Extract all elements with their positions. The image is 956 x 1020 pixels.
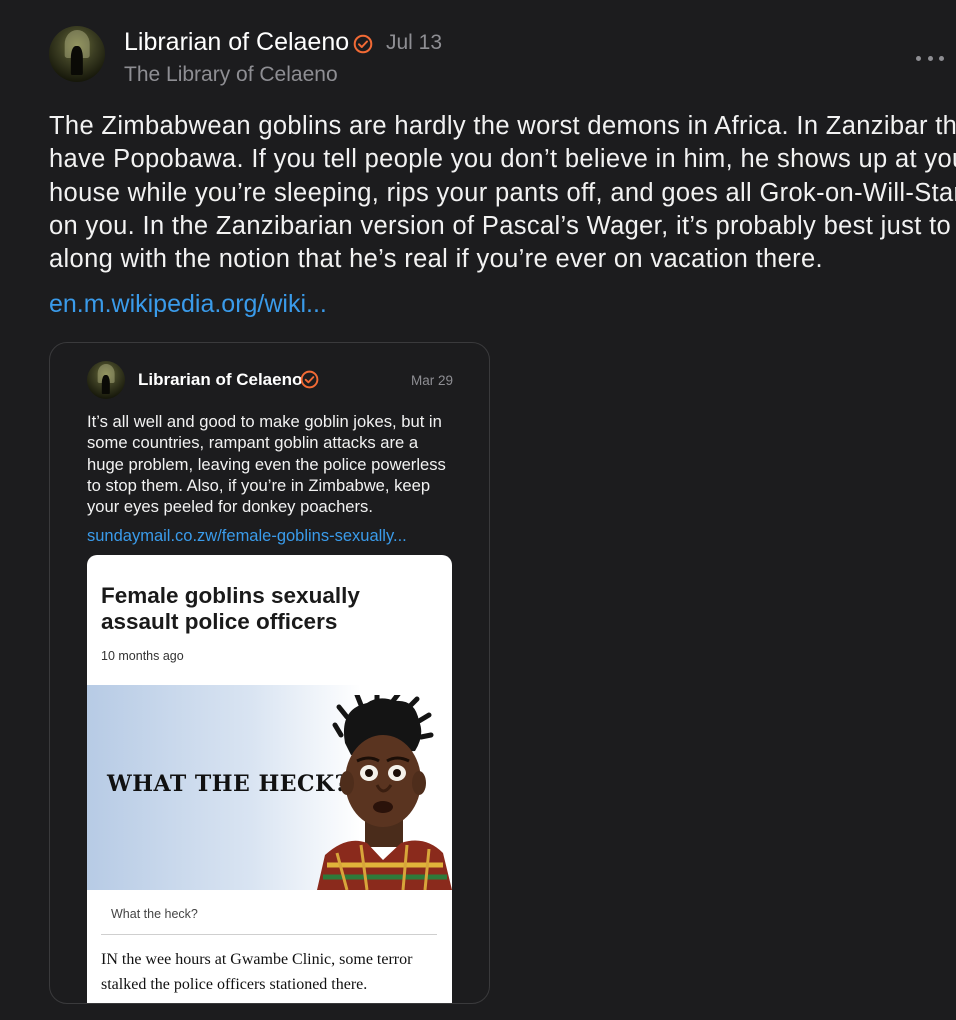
post-date[interactable]: Jul 13 [386,31,442,55]
article-lead: IN the wee hours at Gwambe Clinic, some … [101,947,441,997]
shocked-man-illustration [317,695,452,890]
article-image-caption: What the heck? [111,907,198,921]
publication-name[interactable]: The Library of Celaeno [124,63,338,87]
quoted-body-line: your eyes peeled for donkey poachers. [87,497,373,517]
article-image-text: WHAT THE HECK? [107,771,349,797]
post-body: The Zimbabwean goblins are hardly the wo… [49,110,956,276]
author-name[interactable]: Librarian of Celaeno [124,28,349,57]
quoted-post-card[interactable]: Librarian of Celaeno Mar 29 It’s all wel… [49,342,490,1004]
avatar-figure [101,374,111,395]
article-lead-line: stalked the police officers stationed th… [101,976,368,993]
post-body-line: have Popobawa. If you tell people you do… [49,145,956,174]
post-body-line: house while you’re sleeping, rips your p… [49,178,956,207]
post-body-line: on you. In the Zanzibarian version of Pa… [49,211,956,240]
quoted-author-avatar[interactable] [87,361,125,399]
post-link[interactable]: en.m.wikipedia.org/wiki... [49,290,327,319]
avatar-figure [70,46,84,76]
post-body-line: The Zimbabwean goblins are hardly the wo… [49,112,956,140]
dot [939,55,944,61]
dot [916,55,921,61]
more-options-icon[interactable] [916,46,944,70]
article-title: Female goblins sexually assault police o… [101,583,360,634]
quoted-post-body: It’s all well and good to make goblin jo… [87,411,457,517]
quoted-post-link[interactable]: sundaymail.co.zw/female-goblins-sexually… [87,527,407,546]
article-caption-box: What the heck? [101,890,437,935]
quoted-body-line: huge problem, leaving even the police po… [87,454,446,474]
verified-badge-icon [353,34,373,54]
article-screenshot[interactable]: Female goblins sexually assault police o… [87,555,452,1003]
dot [927,55,933,61]
article-time: 10 months ago [101,649,184,663]
quoted-body-line: to stop them. Also, if you’re in Zimbabw… [87,475,431,495]
quoted-body-line: some countries, rampant goblin attacks a… [87,433,419,453]
author-avatar[interactable] [49,26,105,82]
verified-badge-icon [300,370,319,389]
quoted-post-date[interactable]: Mar 29 [411,373,453,388]
article-image: WHAT THE HECK? [87,685,452,890]
quoted-body-line: It’s all well and good to make goblin jo… [87,412,442,431]
quoted-author-name[interactable]: Librarian of Celaeno [138,370,302,390]
post-body-line: along with the notion that he’s real if … [49,245,823,274]
article-lead-line: IN the wee hours at Gwambe Clinic, some … [101,951,413,968]
